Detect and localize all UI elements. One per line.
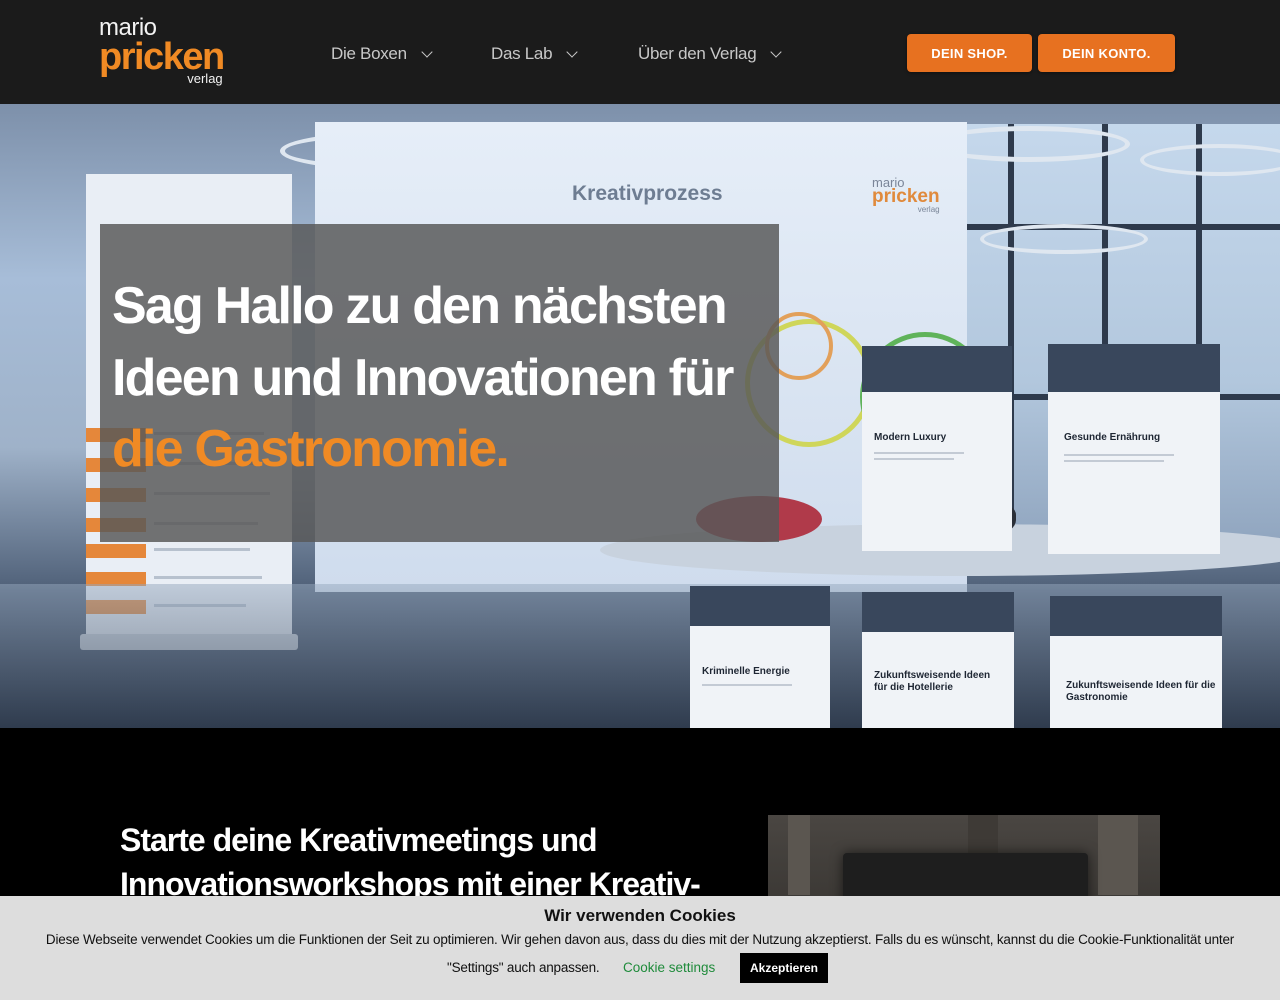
accept-cookies-button[interactable]: Akzeptieren	[740, 953, 828, 983]
product-box-title: Modern Luxury	[874, 432, 947, 443]
chevron-down-icon	[566, 45, 578, 58]
intro-heading: Starte deine Kreativmeetings und Innovat…	[120, 818, 720, 906]
board-logo-line: verlag	[917, 205, 940, 214]
product-box-title: Kriminelle Energie	[702, 666, 790, 677]
nav-item-ueber-den-verlag[interactable]: Über den Verlag	[638, 42, 783, 66]
site-header: mario pricken verlag Die Boxen Das Lab Ü…	[0, 0, 1280, 104]
nav-item-das-lab[interactable]: Das Lab	[491, 42, 578, 66]
board-logo: mario pricken verlag	[872, 176, 940, 214]
product-box: Gesunde Ernährung	[1048, 344, 1220, 554]
board-logo-line: pricken	[872, 186, 940, 207]
product-box: Zukunftsweisende Ideen für die Hotelleri…	[862, 592, 1014, 728]
chevron-down-icon	[770, 45, 783, 58]
cookie-settings-link[interactable]: Cookie settings	[623, 960, 715, 975]
hero-headline-highlight: die Gastronomie.	[112, 420, 510, 478]
nav-item-die-boxen[interactable]: Die Boxen	[331, 42, 433, 66]
nav-item-label: Über den Verlag	[638, 44, 757, 63]
cookie-banner: Wir verwenden Cookies Diese Webseite ver…	[0, 896, 1280, 1000]
intro-heading-line: Starte deine Kreativmeetings und	[120, 822, 598, 858]
product-box: Zukunftsweisende Ideen für die Gastronom…	[1050, 596, 1222, 728]
hero-headline-line: Sag Hallo zu den nächsten	[112, 277, 728, 335]
ceiling-light	[980, 224, 1148, 254]
hero-headline-line: Ideen und Innovationen für	[112, 349, 734, 407]
product-box: Modern Luxury	[862, 346, 1012, 551]
shop-button[interactable]: DEIN SHOP.	[907, 34, 1032, 72]
board-title: Kreativprozess	[572, 182, 723, 205]
product-box-title: Zukunftsweisende Ideen für die Gastronom…	[1066, 680, 1216, 703]
product-box-title: Zukunftsweisende Ideen für die Hotelleri…	[874, 670, 991, 693]
nav-item-label: Die Boxen	[331, 44, 407, 63]
chevron-down-icon	[421, 45, 433, 58]
cookie-text-continued: "Settings" auch anpassen.	[447, 960, 600, 975]
nav-item-label: Das Lab	[491, 44, 553, 63]
product-box: Kriminelle Energie	[690, 586, 830, 728]
hero-section: Kreativprozess mario pricken verlag Mode…	[0, 104, 1280, 728]
account-button[interactable]: DEIN KONTO.	[1038, 34, 1175, 72]
site-logo[interactable]: mario pricken verlag	[99, 16, 225, 86]
cookie-text: Diese Webseite verwendet Cookies um die …	[45, 932, 1235, 947]
cookie-title: Wir verwenden Cookies	[544, 906, 736, 925]
product-box-title: Gesunde Ernährung	[1064, 432, 1161, 443]
